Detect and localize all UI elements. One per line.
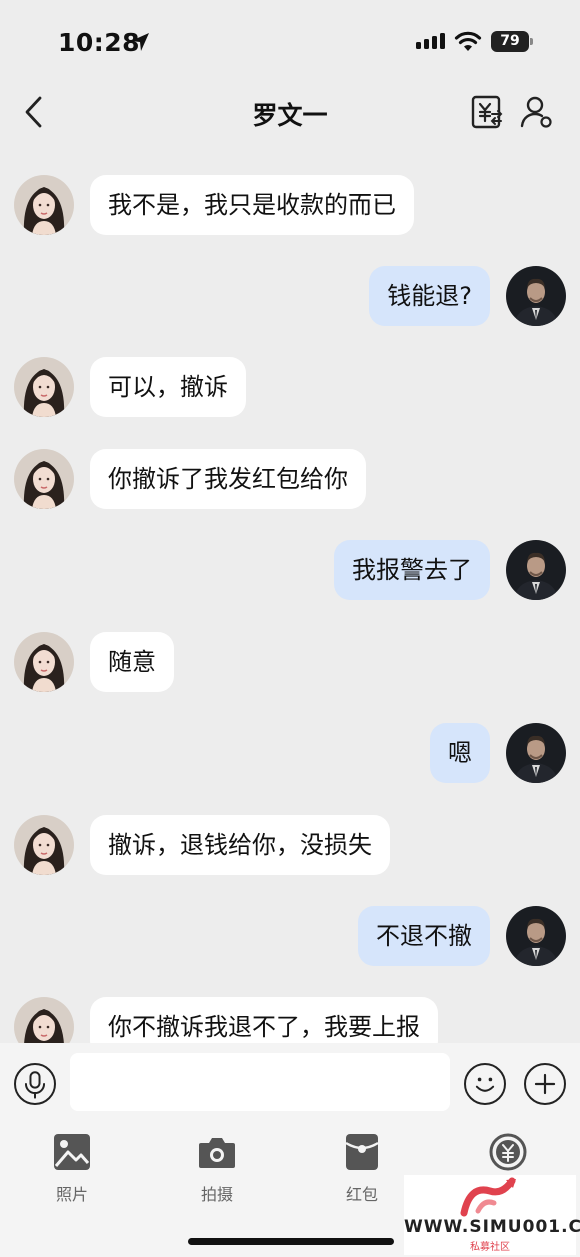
plus-icon[interactable] [524, 1063, 566, 1105]
camera-icon [199, 1138, 235, 1168]
photo-label: 照片 [55, 1185, 88, 1204]
watermark-logo-icon [460, 1177, 516, 1217]
watermark: WWW.SIMU001.CN 私募社区 [404, 1175, 580, 1255]
outgoing-message: 钱能退? [0, 266, 580, 328]
outgoing-message: 不退不撤 [0, 906, 580, 968]
input-bar [0, 1043, 580, 1123]
nav-bar: 罗文一 [0, 80, 580, 144]
watermark-subtext: 私募社区 [470, 1242, 510, 1253]
incoming-message: 可以，撤诉 [0, 357, 580, 419]
outgoing-message: 我报警去了 [0, 540, 580, 602]
red-packet-label: 红包 [345, 1185, 378, 1204]
my-avatar[interactable] [506, 723, 566, 783]
incoming-message: 随意 [0, 632, 580, 694]
contact-avatar[interactable] [14, 175, 74, 235]
message-bubble[interactable]: 不退不撤 [358, 906, 490, 966]
location-arrow-icon [131, 33, 149, 51]
transfer-yuan-icon [489, 1133, 527, 1171]
battery-icon: 79 [491, 31, 533, 52]
watermark-text: WWW.SIMU001.CN [404, 1217, 580, 1237]
incoming-message: 撤诉，退钱给你，没损失 [0, 815, 580, 877]
my-avatar[interactable] [506, 906, 566, 966]
message-bubble[interactable]: 我报警去了 [334, 540, 490, 600]
contact-avatar[interactable] [14, 449, 74, 509]
wifi-icon [454, 31, 482, 51]
status-bar: 10:28 79 [0, 0, 580, 80]
camera-button[interactable]: 拍摄 [177, 1133, 257, 1205]
outgoing-message: 嗯 [0, 723, 580, 785]
cellular-signal-icon [416, 33, 445, 49]
message-bubble[interactable]: 钱能退? [369, 266, 490, 326]
my-avatar[interactable] [506, 540, 566, 600]
profile-settings-icon[interactable] [520, 95, 554, 129]
photo-icon [54, 1134, 90, 1170]
home-indicator [188, 1238, 394, 1245]
photo-button[interactable]: 照片 [32, 1133, 112, 1205]
red-packet-icon [345, 1134, 379, 1170]
transfer-icon[interactable] [471, 95, 503, 129]
voice-input-icon[interactable] [14, 1063, 56, 1105]
message-input[interactable] [70, 1053, 450, 1111]
message-bubble[interactable]: 可以，撤诉 [90, 357, 246, 417]
message-bubble[interactable]: 随意 [90, 632, 174, 692]
red-packet-button[interactable]: 红包 [322, 1133, 402, 1205]
emoji-icon[interactable] [464, 1063, 506, 1105]
status-time: 10:28 [58, 28, 141, 57]
contact-avatar[interactable] [14, 357, 74, 417]
battery-level: 79 [491, 31, 529, 52]
incoming-message: 我不是，我只是收款的而已 [0, 175, 580, 237]
incoming-message: 你撤诉了我发红包给你 [0, 449, 580, 511]
message-bubble[interactable]: 嗯 [430, 723, 490, 783]
message-bubble[interactable]: 撤诉，退钱给你，没损失 [90, 815, 390, 875]
contact-avatar[interactable] [14, 632, 74, 692]
message-bubble[interactable]: 我不是，我只是收款的而已 [90, 175, 414, 235]
camera-label: 拍摄 [200, 1185, 233, 1204]
my-avatar[interactable] [506, 266, 566, 326]
message-bubble[interactable]: 你撤诉了我发红包给你 [90, 449, 366, 509]
contact-avatar[interactable] [14, 815, 74, 875]
transfer-button[interactable] [468, 1133, 548, 1171]
